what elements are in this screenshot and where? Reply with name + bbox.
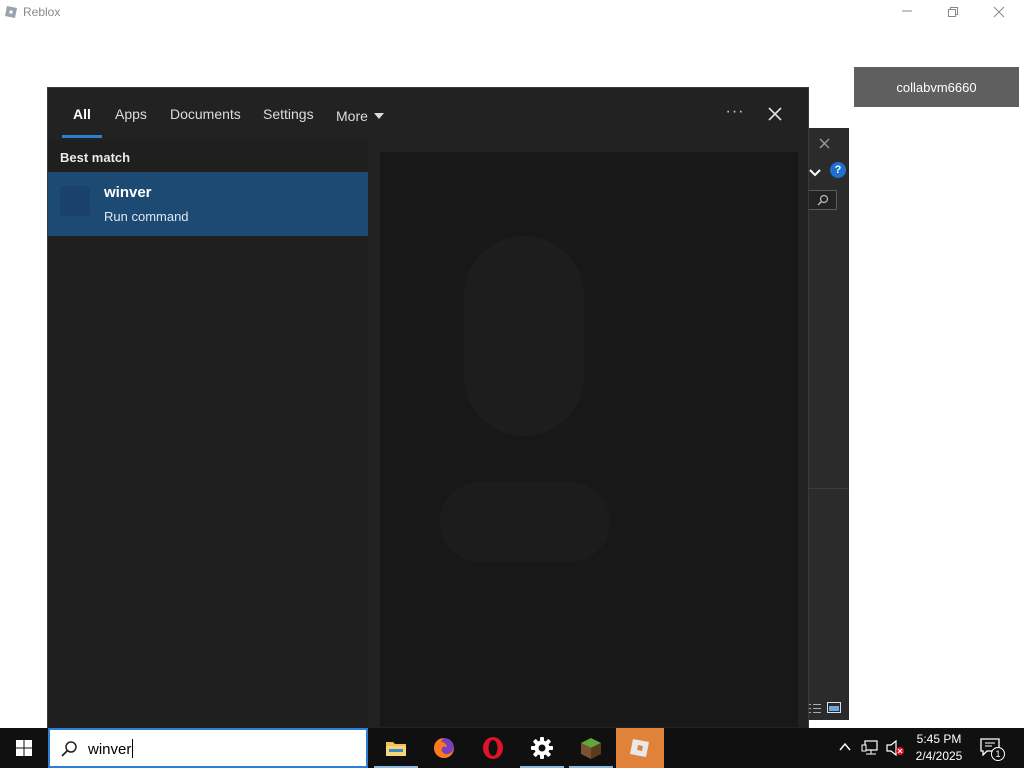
- taskbar-file-explorer[interactable]: [372, 728, 420, 768]
- opera-icon: [483, 737, 503, 759]
- background-window-titlebar: Reblox: [0, 0, 1024, 26]
- close-icon[interactable]: [819, 136, 830, 154]
- list-view-icon[interactable]: [809, 700, 821, 713]
- preview-pane-icon[interactable]: [827, 700, 841, 713]
- app-title: Reblox: [23, 5, 61, 19]
- show-hidden-icons-chevron-icon[interactable]: [838, 740, 852, 759]
- preview-placeholder: [440, 482, 610, 562]
- firefox-icon: [434, 738, 454, 758]
- network-icon[interactable]: [861, 739, 881, 762]
- active-tab-indicator: [62, 135, 102, 138]
- search-icon: [61, 741, 77, 757]
- results-column: Best match winver Run command: [48, 140, 368, 729]
- more-options-button[interactable]: ···: [720, 100, 750, 128]
- roblox-icon: [630, 739, 649, 757]
- taskbar-search-box[interactable]: [48, 728, 368, 768]
- run-command-icon: [60, 186, 90, 216]
- search-tabs: All Apps Documents Settings More ···: [48, 88, 808, 140]
- divider: [809, 488, 849, 489]
- tab-more-label: More: [336, 108, 368, 124]
- close-icon: [768, 107, 782, 121]
- start-button[interactable]: [0, 728, 48, 768]
- taskbar-roblox[interactable]: [616, 728, 664, 768]
- best-match-result[interactable]: winver Run command: [48, 172, 368, 236]
- best-match-heading: Best match: [60, 150, 131, 165]
- minimize-button[interactable]: [884, 0, 930, 24]
- tab-all[interactable]: All: [73, 106, 91, 126]
- settings-icon: [531, 737, 553, 759]
- minecraft-icon: [581, 738, 601, 759]
- caret-down-icon: [373, 113, 384, 119]
- windows-logo-icon: [16, 740, 32, 756]
- tab-settings[interactable]: Settings: [263, 106, 314, 126]
- search-panel: All Apps Documents Settings More ··· Bes…: [47, 87, 809, 729]
- search-input[interactable]: [88, 739, 348, 759]
- taskbar-opera[interactable]: [469, 728, 517, 768]
- clock-date: 2/4/2025: [915, 749, 963, 763]
- search-button[interactable]: [807, 190, 837, 210]
- tab-apps[interactable]: Apps: [115, 106, 147, 126]
- clock-time: 5:45 PM: [916, 732, 962, 746]
- tab-documents[interactable]: Documents: [170, 106, 241, 126]
- notification-count-badge: 1: [991, 747, 1005, 761]
- close-search-button[interactable]: [760, 100, 790, 128]
- taskbar-firefox[interactable]: [420, 728, 468, 768]
- taskbar: 5:45 PM 2/4/2025 1: [0, 728, 1024, 768]
- close-window-button[interactable]: [976, 0, 1022, 24]
- preview-pane: [380, 152, 798, 727]
- volume-muted-icon[interactable]: [885, 739, 905, 762]
- text-caret: [132, 739, 133, 758]
- taskbar-minecraft[interactable]: [567, 728, 615, 768]
- result-subtitle: Run command: [104, 209, 189, 224]
- restore-button[interactable]: [930, 0, 976, 24]
- roblox-logo-icon: [4, 5, 18, 19]
- chevron-down-icon[interactable]: [809, 164, 821, 182]
- taskbar-settings[interactable]: [518, 728, 566, 768]
- system-clock[interactable]: 5:45 PM 2/4/2025: [908, 731, 970, 765]
- help-icon[interactable]: ?: [830, 162, 846, 178]
- result-title: winver: [104, 184, 152, 201]
- file-explorer-icon: [386, 742, 406, 756]
- preview-placeholder: [464, 236, 584, 436]
- user-badge: collabvm6660: [854, 67, 1019, 107]
- tab-more[interactable]: More: [336, 106, 384, 126]
